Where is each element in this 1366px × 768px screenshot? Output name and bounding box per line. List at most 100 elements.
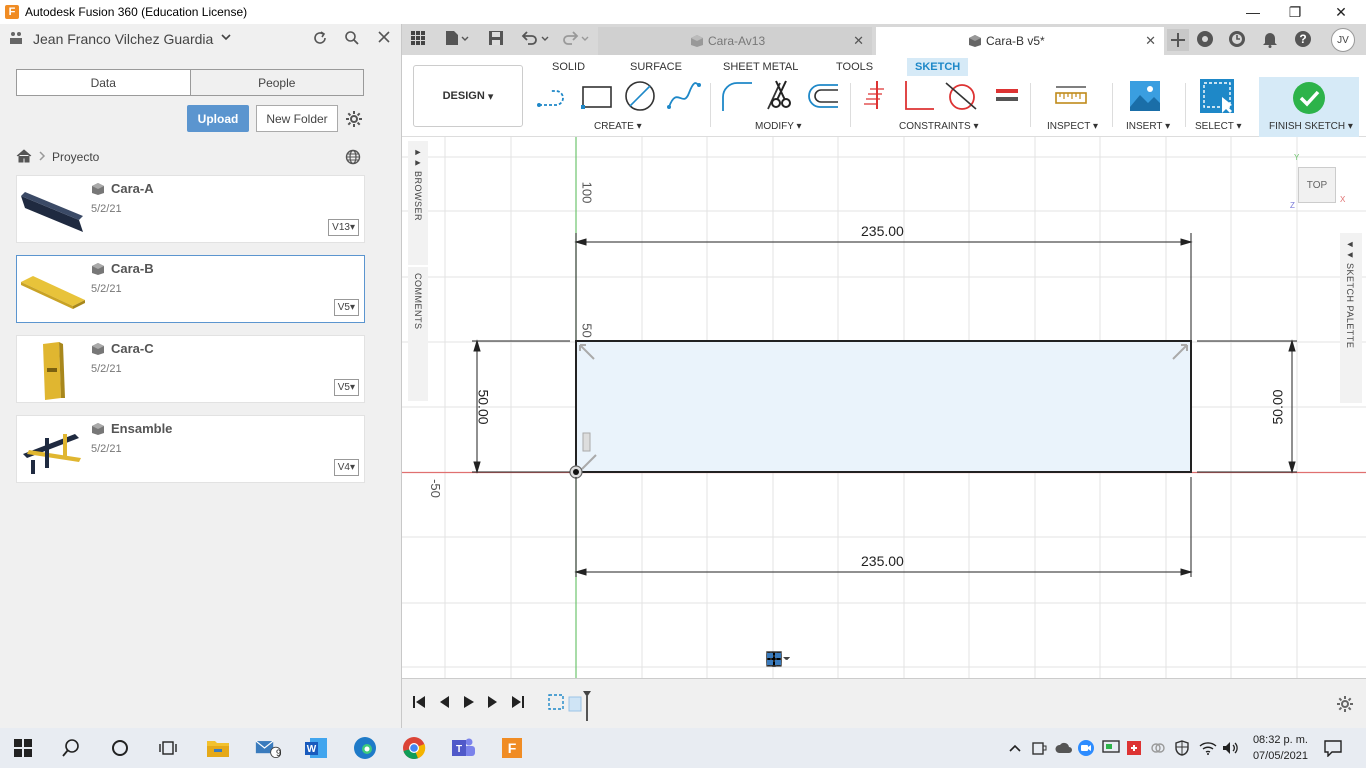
- extensions-icon[interactable]: [1196, 30, 1214, 52]
- version-dropdown[interactable]: V13 ▾: [328, 219, 359, 236]
- globe-icon[interactable]: [345, 149, 361, 169]
- cortana-icon[interactable]: [107, 736, 133, 760]
- team-icon[interactable]: [9, 31, 25, 49]
- go-to-end-icon[interactable]: [511, 695, 525, 712]
- notification-bell-icon[interactable]: [1262, 30, 1278, 52]
- tab-cara-b[interactable]: Cara-B v5* ✕: [876, 27, 1164, 55]
- timeline-sketch-feature-icon[interactable]: [547, 691, 591, 724]
- version-dropdown[interactable]: V5 ▾: [333, 379, 359, 396]
- file-card-cara-a[interactable]: Cara-A 5/2/21 V13 ▾: [16, 175, 365, 243]
- line-tool-icon[interactable]: [536, 79, 570, 113]
- upload-button[interactable]: Upload: [187, 105, 249, 132]
- save-icon[interactable]: [488, 30, 504, 50]
- tab-cara-a[interactable]: Cara-Av13 ✕: [598, 27, 872, 55]
- fillet-tool-icon[interactable]: [720, 79, 754, 113]
- taskbar-search-icon[interactable]: [58, 736, 84, 760]
- minimize-button[interactable]: —: [1230, 0, 1276, 24]
- viewcube[interactable]: TOP Y X Z: [1290, 153, 1345, 210]
- modify-menu[interactable]: MODIFY ▾: [755, 121, 802, 132]
- file-card-cara-c[interactable]: Cara-C 5/2/21 V5 ▾: [16, 335, 365, 403]
- dimension-text-left[interactable]: 50.00: [476, 389, 492, 424]
- zoom-app-icon[interactable]: [1073, 736, 1099, 760]
- chrome-browser-icon[interactable]: [401, 736, 427, 760]
- file-explorer-icon[interactable]: [205, 736, 231, 760]
- coincident-constraint-icon[interactable]: [860, 79, 894, 113]
- home-icon[interactable]: [16, 148, 32, 166]
- equal-constraint-icon[interactable]: [990, 79, 1024, 113]
- new-folder-button[interactable]: New Folder: [256, 105, 338, 132]
- step-forward-icon[interactable]: [486, 695, 500, 712]
- fusion-360-taskbar-icon[interactable]: F: [497, 736, 527, 760]
- word-icon[interactable]: W: [303, 736, 329, 760]
- close-panel-icon[interactable]: [377, 30, 391, 48]
- system-clock[interactable]: 08:32 p. m. 07/05/2021: [1253, 732, 1308, 764]
- tab-surface[interactable]: SURFACE: [630, 58, 682, 76]
- inspect-menu[interactable]: INSPECT ▾: [1047, 121, 1098, 132]
- file-card-ensamble[interactable]: Ensamble 5/2/21 V4 ▾: [16, 415, 365, 483]
- workspace-dropdown[interactable]: DESIGN ▾: [413, 65, 523, 127]
- close-window-button[interactable]: ✕: [1318, 0, 1364, 24]
- measure-ruler-icon[interactable]: [1054, 79, 1088, 113]
- dimension-text-bottom[interactable]: 235.00: [861, 553, 904, 569]
- step-back-icon[interactable]: [437, 695, 451, 712]
- teams-icon[interactable]: T: [450, 736, 476, 760]
- task-view-icon[interactable]: [155, 736, 181, 760]
- tab-tools[interactable]: TOOLS: [836, 58, 873, 76]
- tangent-constraint-icon[interactable]: [944, 79, 978, 113]
- circle-tool-icon[interactable]: [623, 79, 657, 113]
- finish-sketch-button[interactable]: FINISH SKETCH ▾: [1259, 77, 1359, 137]
- version-dropdown[interactable]: V4 ▾: [333, 459, 359, 476]
- volume-icon[interactable]: [1218, 736, 1244, 760]
- file-card-cara-b[interactable]: Cara-B 5/2/21 V5 ▾: [16, 255, 365, 323]
- tray-antivirus-icon[interactable]: [1121, 736, 1147, 760]
- trim-tool-icon[interactable]: [764, 79, 798, 113]
- offset-tool-icon[interactable]: [806, 79, 840, 113]
- browser-panel-tab[interactable]: ►► BROWSER: [408, 141, 428, 265]
- constraints-menu[interactable]: CONSTRAINTS ▾: [899, 121, 978, 132]
- close-tab-icon[interactable]: ✕: [853, 33, 864, 49]
- viewcube-top-face[interactable]: TOP: [1298, 167, 1336, 203]
- tray-expand-icon[interactable]: [1002, 736, 1028, 760]
- maximize-button[interactable]: ❐: [1272, 0, 1318, 24]
- redo-icon[interactable]: [560, 30, 590, 50]
- select-box-icon[interactable]: [1200, 79, 1234, 113]
- avatar[interactable]: JV: [1331, 28, 1355, 52]
- sketch-palette-tab[interactable]: ◄◄ SKETCH PALETTE: [1340, 233, 1362, 403]
- sketch-canvas[interactable]: 100 50 -50 235.00 235.00 50.00 50.00 ►► …: [402, 137, 1366, 678]
- go-to-start-icon[interactable]: [412, 695, 426, 712]
- refresh-icon[interactable]: [312, 30, 328, 50]
- new-tab-icon[interactable]: [1167, 29, 1189, 55]
- insert-menu[interactable]: INSERT ▾: [1126, 121, 1170, 132]
- play-icon[interactable]: [462, 695, 476, 712]
- notifications-icon[interactable]: [1320, 736, 1346, 760]
- version-dropdown[interactable]: V5 ▾: [333, 299, 359, 316]
- timeline-settings-gear-icon[interactable]: [1336, 695, 1354, 716]
- tray-app-icon[interactable]: [1026, 736, 1052, 760]
- help-icon[interactable]: ?: [1294, 30, 1312, 52]
- dimension-text-right[interactable]: 50.00: [1270, 389, 1286, 424]
- dimension-top-width[interactable]: [574, 233, 1193, 341]
- comments-panel-tab[interactable]: COMMENTS: [408, 267, 428, 401]
- create-menu[interactable]: CREATE ▾: [594, 121, 642, 132]
- tab-sheet-metal[interactable]: SHEET METAL: [723, 58, 798, 76]
- insert-image-icon[interactable]: [1128, 79, 1162, 113]
- close-tab-icon[interactable]: ✕: [1145, 33, 1156, 49]
- chevron-down-icon[interactable]: [220, 30, 232, 47]
- file-menu-icon[interactable]: [444, 30, 470, 50]
- tray-security-shield-icon[interactable]: [1169, 736, 1195, 760]
- tab-people[interactable]: People: [190, 70, 363, 95]
- rectangle-tool-icon[interactable]: [580, 79, 614, 113]
- tab-data[interactable]: Data: [17, 70, 191, 95]
- grid-menu-icon[interactable]: [410, 30, 426, 50]
- edge-browser-icon[interactable]: [352, 736, 378, 760]
- gear-icon[interactable]: [345, 110, 363, 132]
- undo-icon[interactable]: [520, 30, 550, 50]
- job-status-icon[interactable]: [1228, 30, 1246, 52]
- breadcrumb-project[interactable]: Proyecto: [52, 150, 99, 164]
- tray-link-icon[interactable]: [1145, 736, 1171, 760]
- windows-start-icon[interactable]: [10, 736, 36, 760]
- search-icon[interactable]: [344, 30, 360, 50]
- tab-sketch[interactable]: SKETCH: [907, 58, 969, 76]
- perpendicular-constraint-icon[interactable]: [902, 79, 936, 113]
- tab-solid[interactable]: SOLID: [552, 58, 585, 76]
